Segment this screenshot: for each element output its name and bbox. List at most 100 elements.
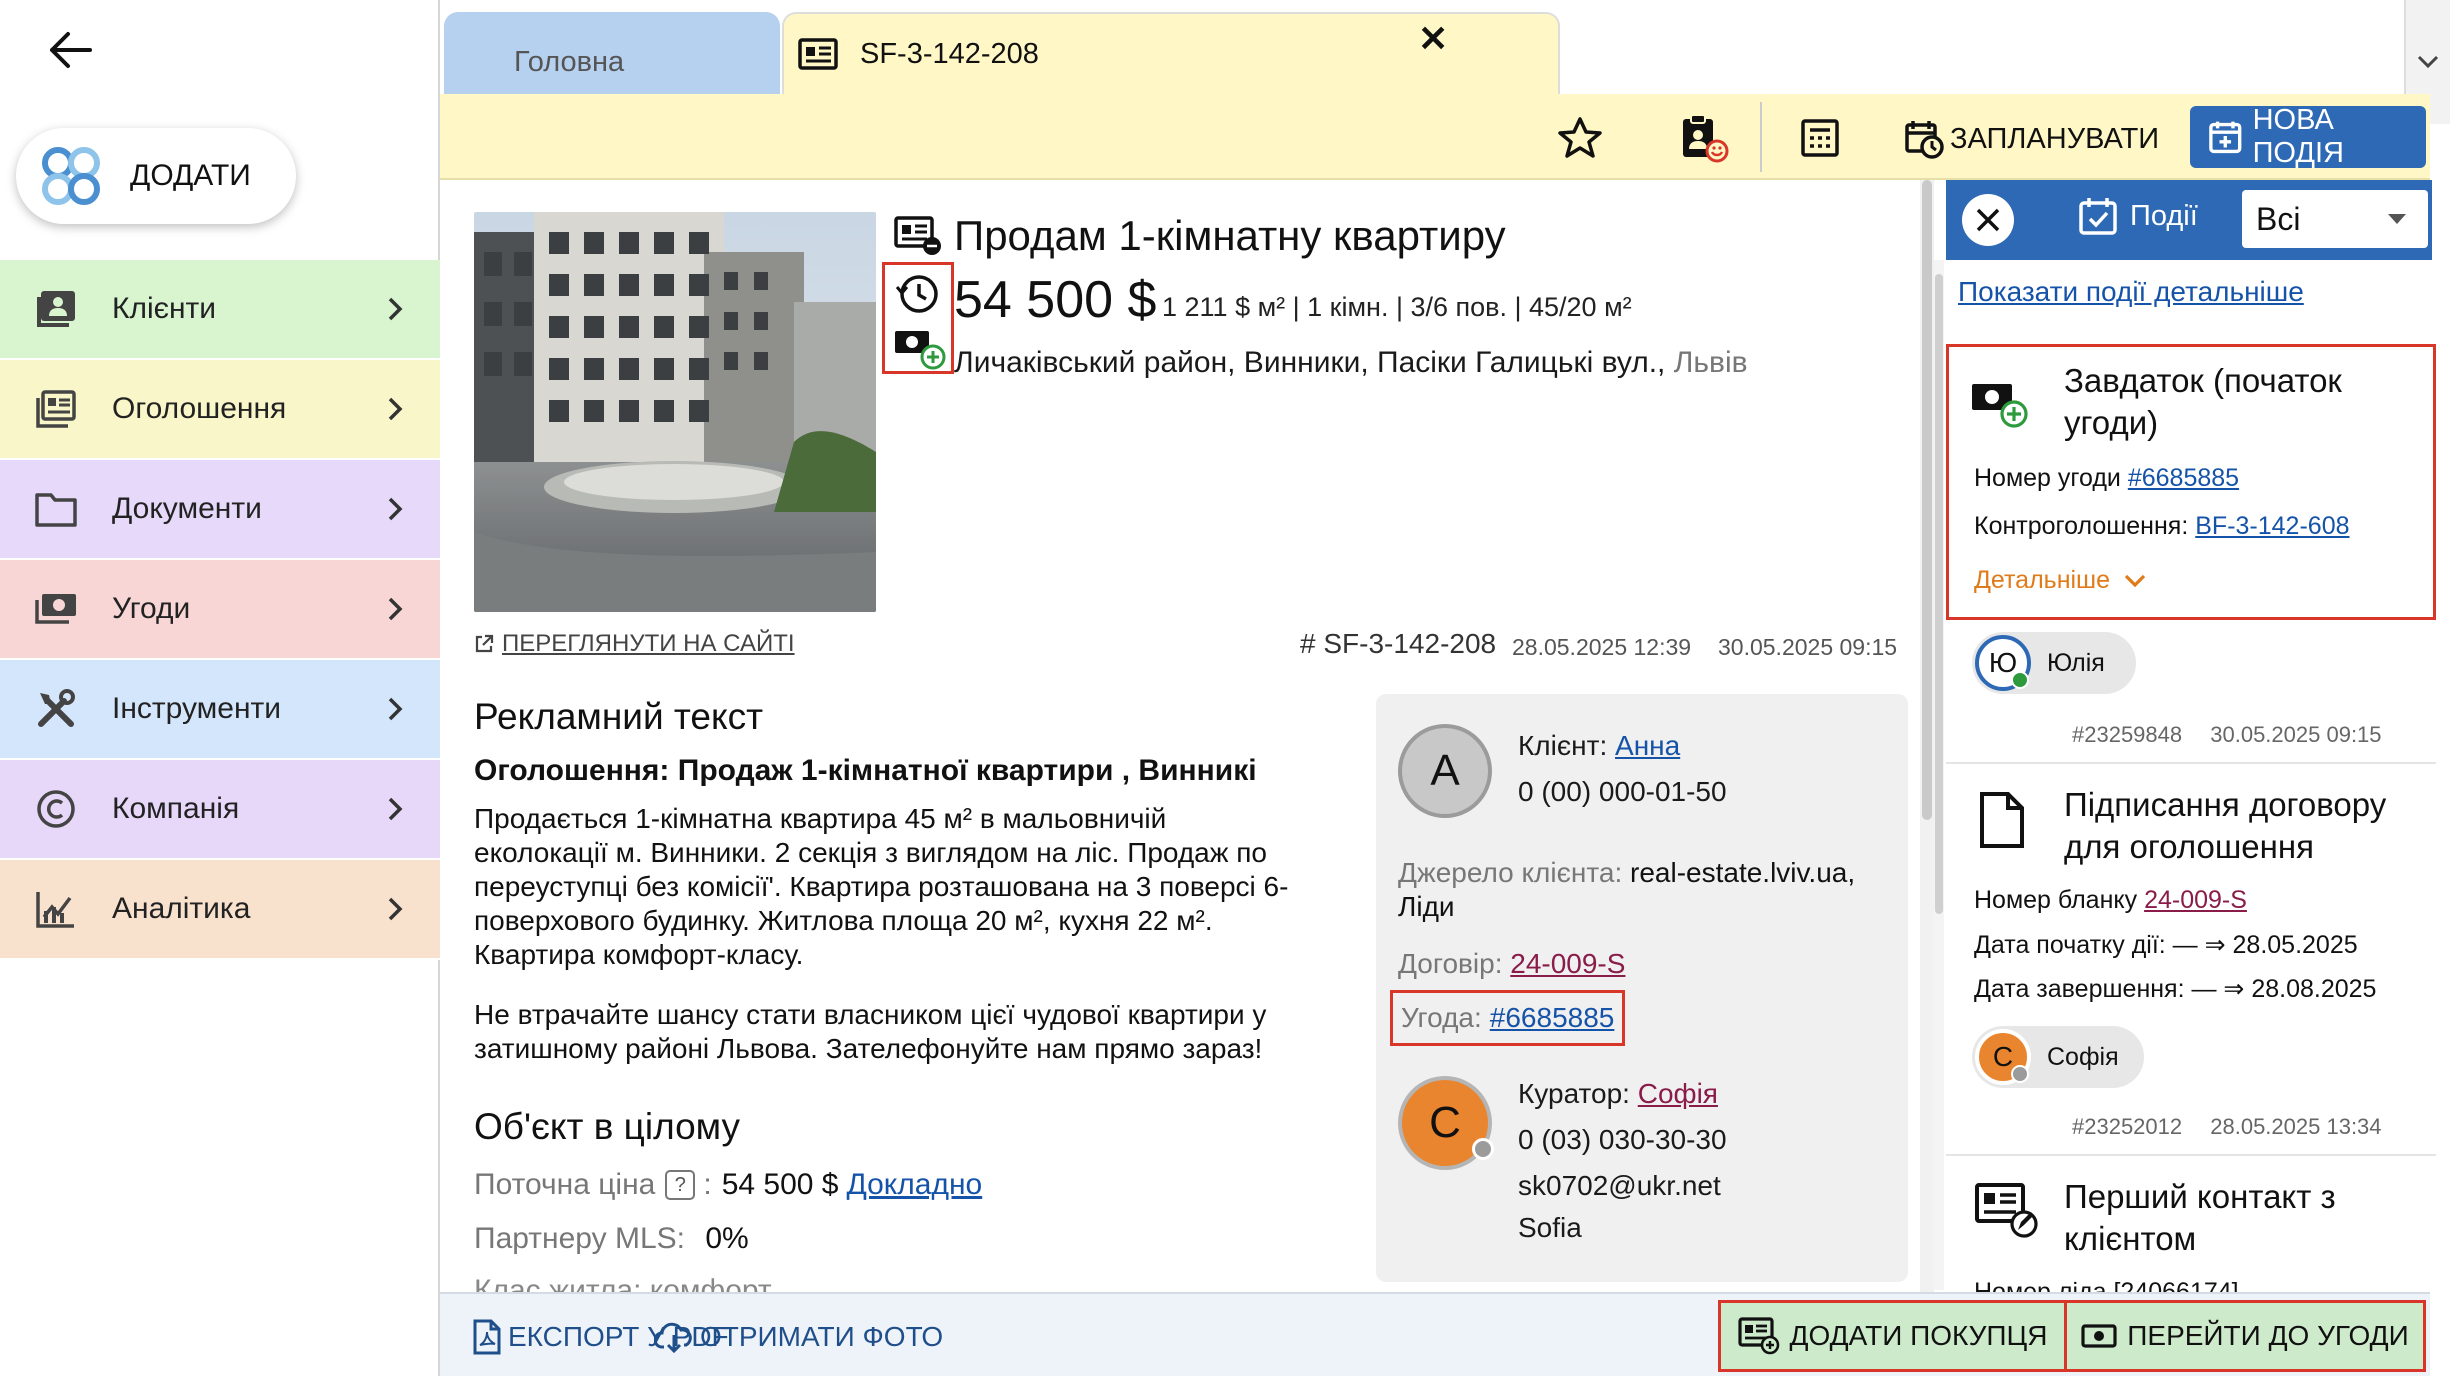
event-line-label: Номер угоди <box>1974 464 2121 492</box>
offline-status-dot <box>1472 1138 1494 1160</box>
curator-name-link[interactable]: Софія <box>1638 1078 1718 1109</box>
cloud-download-icon <box>654 1322 692 1353</box>
client-avatar[interactable]: А <box>1398 724 1492 818</box>
event-more-label: Детальніше <box>1974 566 2111 594</box>
main-scrollbar[interactable] <box>1920 180 1934 1292</box>
event-user-chip[interactable]: Ю Юлія <box>1972 632 2136 694</box>
sidebar-item-label: Аналітика <box>112 892 251 925</box>
event-counter-listing: Контроголошення: BF-3-142-608 <box>1974 512 2350 541</box>
money-icon <box>2081 1324 2117 1348</box>
get-photo-button[interactable]: ОТРИМАТИ ФОТО <box>654 1312 943 1362</box>
listing-photo[interactable] <box>474 212 876 612</box>
sidebar-item-label: Оголошення <box>112 392 287 425</box>
chevron-right-icon <box>370 896 420 922</box>
contract-link[interactable]: 24-009-S <box>1510 948 1625 979</box>
deal-link[interactable]: #6685885 <box>1490 1002 1615 1034</box>
user-avatar: Ю <box>1975 635 2031 691</box>
sidebar-item-documents[interactable]: Документи <box>0 460 440 560</box>
go-to-deal-button[interactable]: ПЕРЕЙТИ ДО УГОДИ <box>2064 1300 2426 1372</box>
sidebar-item-analytics[interactable]: Аналітика <box>0 860 440 960</box>
chevron-right-icon <box>370 296 420 322</box>
sidebar-item-deals[interactable]: Угоди <box>0 560 440 660</box>
client-name-link[interactable]: Анна <box>1615 730 1680 761</box>
events-scrollbar[interactable] <box>1934 260 1944 1290</box>
close-tab-button[interactable]: ✕ <box>1418 18 1448 60</box>
close-icon <box>1976 208 2000 232</box>
listing-created-date: 28.05.2025 12:39 <box>1512 634 1692 660</box>
sidebar-item-clients[interactable]: Клієнти <box>0 260 440 360</box>
analytics-icon <box>34 887 78 931</box>
sidebar-item-tools[interactable]: Інструменти <box>0 660 440 760</box>
sidebar-item-listings[interactable]: Оголошення <box>0 360 440 460</box>
event-meta: #23252012 28.05.2025 13:34 <box>2072 1114 2382 1140</box>
tools-icon <box>34 687 78 731</box>
listing-title: Продам 1-кімнатну квартиру <box>954 212 1506 259</box>
listing-add-icon <box>1737 1317 1779 1355</box>
close-events-button[interactable] <box>1962 194 2014 246</box>
event-more-toggle[interactable]: Детальніше <box>1974 566 2146 595</box>
events-tab[interactable]: Події <box>2078 196 2198 236</box>
event-counter-listing-link[interactable]: BF-3-142-608 <box>2195 512 2349 540</box>
view-on-site-link[interactable]: ПЕРЕГЛЯНУТИ НА САЙТІ <box>474 630 795 658</box>
curator-row: Куратор: Софія <box>1518 1078 1718 1110</box>
show-events-details-link[interactable]: Показати події детальніше <box>1958 276 2304 308</box>
clock-history-icon <box>895 275 938 313</box>
client-feedback-button[interactable] <box>1676 110 1732 166</box>
events-header: Події Всі <box>1946 180 2432 260</box>
object-price-row: Поточна ціна ? : 54 500 $ Докладно <box>474 1168 982 1202</box>
back-button[interactable] <box>40 20 100 80</box>
offline-status-dot <box>2011 1065 2029 1083</box>
event-deal-link[interactable]: #6685885 <box>2128 464 2239 492</box>
tab-bar: Головна SF-3-142-208 ✕ <box>440 0 2450 124</box>
help-icon[interactable]: ? <box>665 1170 696 1200</box>
event-form-number: Номер бланку 24-009-S <box>1974 886 2247 915</box>
view-site-label: ПЕРЕГЛЯНУТИ НА САЙТІ <box>502 630 795 657</box>
clients-icon <box>34 287 78 331</box>
event-form-link[interactable]: 24-009-S <box>2144 886 2247 914</box>
ad-text-paragraph: Не втрачайте шансу стати власником цієї … <box>474 999 1267 1064</box>
event-title: Завдаток (початок угоди) <box>2064 362 2342 441</box>
tab-home[interactable]: Головна <box>444 12 780 94</box>
event-divider <box>1946 762 2436 764</box>
event-user-chip[interactable]: С Софія <box>1972 1026 2144 1088</box>
curator-phone: 0 (03) 030-30-30 <box>1518 1124 1727 1155</box>
price-details-link[interactable]: Докладно <box>846 1168 982 1202</box>
calendar-plus-icon <box>2209 121 2242 154</box>
scrollbar-thumb[interactable] <box>1935 274 1943 914</box>
toolbar-divider <box>1760 102 1762 172</box>
curator-latin-name: Sofia <box>1518 1212 1582 1243</box>
events-filter-select[interactable]: Всі <box>2242 190 2428 248</box>
clipboard-smile-icon <box>1683 114 1729 163</box>
object-housing-class-row: Клас житла: комфорт <box>474 1274 772 1292</box>
client-info-card: А Клієнт: Анна 0 (00) 000-01-50 Джерело … <box>1376 694 1908 1282</box>
add-buyer-button[interactable]: ДОДАТИ ПОКУПЦЯ <box>1718 1300 2064 1372</box>
contract-row: Договір: 24-009-S <box>1398 948 1625 980</box>
document-icon <box>1980 792 2024 848</box>
scrollbar-thumb[interactable] <box>1922 180 1932 820</box>
calculator-button[interactable] <box>1792 110 1848 166</box>
curator-email: sk0702@ukr.net <box>1518 1170 1721 1201</box>
sidebar-item-company[interactable]: Компанія <box>0 760 440 860</box>
object-mls-row: Партнеру MLS: 0% <box>474 1222 749 1256</box>
copyright-icon <box>34 787 78 831</box>
event-title: Перший контакт з клієнтом <box>2064 1178 2336 1257</box>
listing-card-icon <box>798 38 838 70</box>
add-button[interactable]: ДОДАТИ <box>16 128 296 224</box>
chevron-right-icon <box>370 696 420 722</box>
event-title: Підписання договору для оголошення <box>2064 786 2387 865</box>
chevron-right-icon <box>370 396 420 422</box>
ad-text-subtitle: Оголошення: Продаж 1-кімнатної квартири … <box>474 754 1257 787</box>
new-event-button[interactable]: НОВА ПОДІЯ <box>2190 104 2426 169</box>
tab-listing[interactable]: SF-3-142-208 ✕ <box>782 12 1560 94</box>
event-start-date: Дата початку дії: — ⇒ 28.05.2025 <box>1974 931 2358 959</box>
curator-avatar[interactable]: С <box>1398 1076 1494 1170</box>
add-button-label: ДОДАТИ <box>130 159 251 192</box>
schedule-button[interactable]: ЗАПЛАНУВАТИ <box>1904 112 2159 166</box>
user-name: Софія <box>2047 1042 2119 1071</box>
client-source-row: Джерело клієнта: real-estate.lviv.ua, Лі… <box>1398 856 1898 924</box>
deal-row-highlight: Угода: #6685885 <box>1390 990 1626 1046</box>
address-city: Львів <box>1673 346 1748 379</box>
favorite-button[interactable] <box>1552 110 1608 166</box>
curator-label: Куратор: <box>1518 1078 1630 1109</box>
bottom-action-bar: ЕКСПОРТ У PDF ОТРИМАТИ ФОТО ДОДАТИ ПОКУП… <box>440 1292 2430 1376</box>
